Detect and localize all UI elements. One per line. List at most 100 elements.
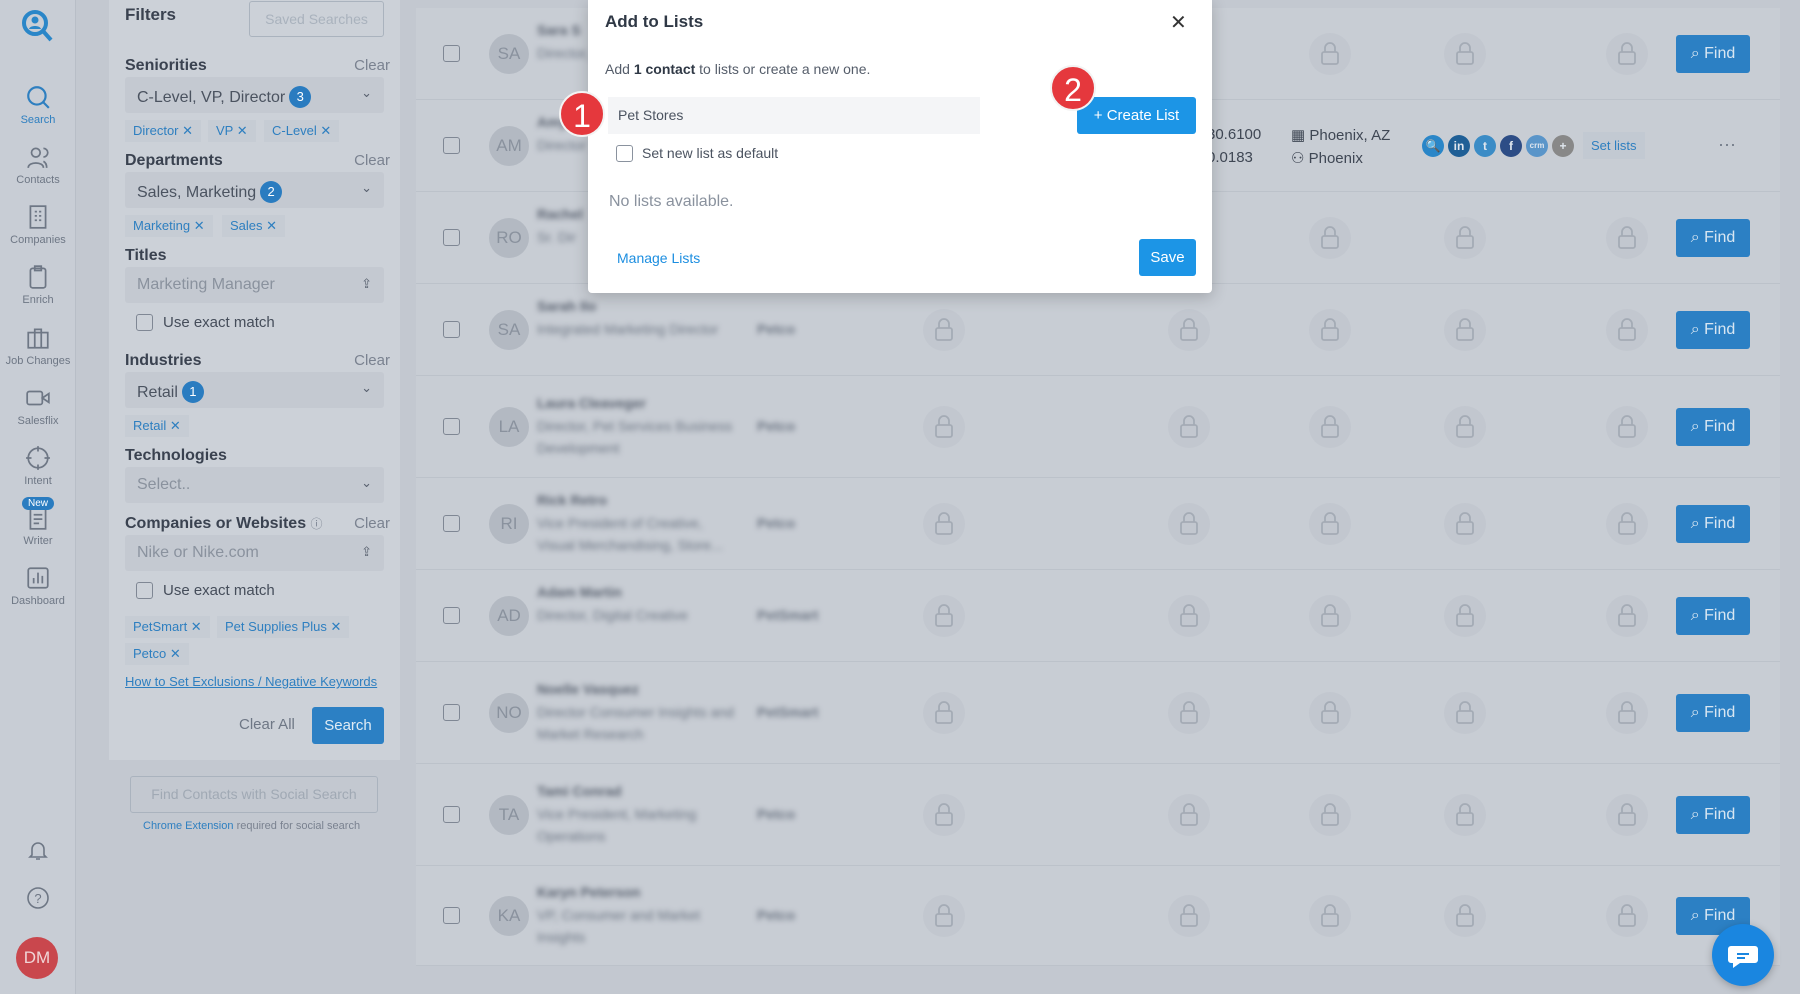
find-button[interactable]: ⌕ Find xyxy=(1676,408,1750,446)
add-icon[interactable]: + xyxy=(1552,135,1574,157)
lock-icon[interactable] xyxy=(1444,794,1486,836)
lock-icon[interactable] xyxy=(1309,895,1351,937)
lock-icon[interactable] xyxy=(1168,895,1210,937)
contact-name[interactable]: Sara S xyxy=(537,22,581,38)
company-name[interactable]: Petco xyxy=(757,515,795,531)
row-checkbox[interactable] xyxy=(443,137,460,154)
lock-icon[interactable] xyxy=(1168,406,1210,448)
lock-icon[interactable] xyxy=(1309,692,1351,734)
search-profile-icon[interactable]: 🔍 xyxy=(1422,135,1444,157)
companies-exact-checkbox[interactable] xyxy=(136,582,153,599)
tag-vp[interactable]: VP ✕ xyxy=(208,120,256,142)
company-name[interactable]: Petco xyxy=(757,321,795,337)
lock-icon[interactable] xyxy=(1606,33,1648,75)
lock-icon[interactable] xyxy=(1606,895,1648,937)
lock-icon[interactable] xyxy=(1444,217,1486,259)
contact-name[interactable]: Noelle Vasquez xyxy=(537,681,639,697)
contact-name[interactable]: Rachel xyxy=(537,206,583,222)
companies-input[interactable]: Nike or Nike.com ⇪ xyxy=(125,535,384,571)
lock-icon[interactable] xyxy=(1606,503,1648,545)
social-search-button[interactable]: Find Contacts with Social Search xyxy=(130,776,378,813)
tag-c-level[interactable]: C-Level ✕ xyxy=(264,120,340,142)
lock-icon[interactable] xyxy=(1606,692,1648,734)
company-name[interactable]: PetSmart xyxy=(757,607,818,623)
set-lists-button[interactable]: Set lists xyxy=(1583,132,1645,159)
nav-item-search[interactable]: Search xyxy=(0,84,76,126)
lock-icon[interactable] xyxy=(1168,309,1210,351)
lock-icon[interactable] xyxy=(1309,503,1351,545)
row-checkbox[interactable] xyxy=(443,607,460,624)
lock-icon[interactable] xyxy=(923,406,965,448)
lock-icon[interactable] xyxy=(1168,794,1210,836)
chrome-extension-link[interactable]: Chrome Extension xyxy=(143,820,234,832)
row-checkbox[interactable] xyxy=(443,45,460,62)
manage-lists-link[interactable]: Manage Lists xyxy=(617,250,700,266)
lock-icon[interactable] xyxy=(1168,692,1210,734)
find-button[interactable]: ⌕ Find xyxy=(1676,505,1750,543)
lock-icon[interactable] xyxy=(923,895,965,937)
save-button[interactable]: Save xyxy=(1139,239,1196,276)
lock-icon[interactable] xyxy=(1444,309,1486,351)
user-avatar[interactable]: DM xyxy=(16,937,58,979)
lock-icon[interactable] xyxy=(923,794,965,836)
row-checkbox[interactable] xyxy=(443,806,460,823)
lock-icon[interactable] xyxy=(1444,595,1486,637)
search-button[interactable]: Search xyxy=(312,707,384,744)
find-button[interactable]: ⌕ Find xyxy=(1676,311,1750,349)
close-icon[interactable]: ✕ xyxy=(1170,10,1187,35)
twitter-icon[interactable]: t xyxy=(1474,135,1496,157)
lock-icon[interactable] xyxy=(1444,406,1486,448)
tag-retail[interactable]: Retail ✕ xyxy=(125,415,189,437)
lock-icon[interactable] xyxy=(1444,895,1486,937)
contact-name[interactable]: Sarah Ilo xyxy=(537,298,596,314)
list-name-input[interactable]: Pet Stores xyxy=(608,97,980,134)
bell-icon[interactable] xyxy=(26,838,50,867)
company-name[interactable]: PetSmart xyxy=(757,704,818,720)
linkedin-icon[interactable]: in xyxy=(1448,135,1470,157)
contact-name[interactable]: Rick Retro xyxy=(537,492,607,508)
nav-item-dashboard[interactable]: Dashboard xyxy=(0,565,76,607)
lock-icon[interactable] xyxy=(923,692,965,734)
upload-icon[interactable]: ⇪ xyxy=(361,544,372,560)
lock-icon[interactable] xyxy=(1309,217,1351,259)
find-button[interactable]: ⌕ Find xyxy=(1676,694,1750,732)
lock-icon[interactable] xyxy=(1309,595,1351,637)
lock-icon[interactable] xyxy=(1444,692,1486,734)
lock-icon[interactable] xyxy=(1309,794,1351,836)
clear-all-button[interactable]: Clear All xyxy=(239,716,295,733)
titles-input[interactable]: Marketing Manager ⇪ xyxy=(125,267,384,303)
lock-icon[interactable] xyxy=(1606,217,1648,259)
create-list-button[interactable]: + Create List xyxy=(1077,97,1196,134)
company-name[interactable]: Petco xyxy=(757,418,795,434)
help-icon[interactable]: ? xyxy=(26,886,50,915)
find-button[interactable]: ⌕ Find xyxy=(1676,219,1750,257)
lock-icon[interactable] xyxy=(1444,503,1486,545)
row-checkbox[interactable] xyxy=(443,704,460,721)
facebook-icon[interactable]: f xyxy=(1500,135,1522,157)
company-name[interactable]: Petco xyxy=(757,806,795,822)
nav-item-enrich[interactable]: Enrich xyxy=(0,264,76,306)
nav-item-writer[interactable]: New Writer xyxy=(0,497,76,547)
lock-icon[interactable] xyxy=(1168,595,1210,637)
nav-item-salesflix[interactable]: Salesflix xyxy=(0,385,76,427)
upload-icon[interactable]: ⇪ xyxy=(361,276,372,292)
tag-director[interactable]: Director ✕ xyxy=(125,120,202,142)
seniorities-select[interactable]: C-Level, VP, Director 3 ⌄ xyxy=(125,77,384,113)
lock-icon[interactable] xyxy=(1606,309,1648,351)
contact-name[interactable]: Karyn Peterson xyxy=(537,884,640,900)
exclusions-link[interactable]: How to Set Exclusions / Negative Keyword… xyxy=(125,674,377,689)
lock-icon[interactable] xyxy=(923,503,965,545)
tag-sales[interactable]: Sales ✕ xyxy=(222,215,286,237)
tag-petco[interactable]: Petco ✕ xyxy=(125,643,189,665)
technologies-select[interactable]: Select.. ⌄ xyxy=(125,467,384,503)
more-options-icon[interactable]: ··· xyxy=(1718,134,1736,155)
find-button[interactable]: ⌕ Find xyxy=(1676,35,1750,73)
row-checkbox[interactable] xyxy=(443,321,460,338)
nav-item-companies[interactable]: Companies xyxy=(0,204,76,246)
seniorities-clear[interactable]: Clear xyxy=(354,57,390,74)
contact-name[interactable]: Adam Martin xyxy=(537,584,622,600)
chat-button[interactable] xyxy=(1712,924,1774,986)
lock-icon[interactable] xyxy=(1606,406,1648,448)
saved-searches-button[interactable]: Saved Searches xyxy=(249,1,384,37)
departments-select[interactable]: Sales, Marketing 2 ⌄ xyxy=(125,172,384,208)
